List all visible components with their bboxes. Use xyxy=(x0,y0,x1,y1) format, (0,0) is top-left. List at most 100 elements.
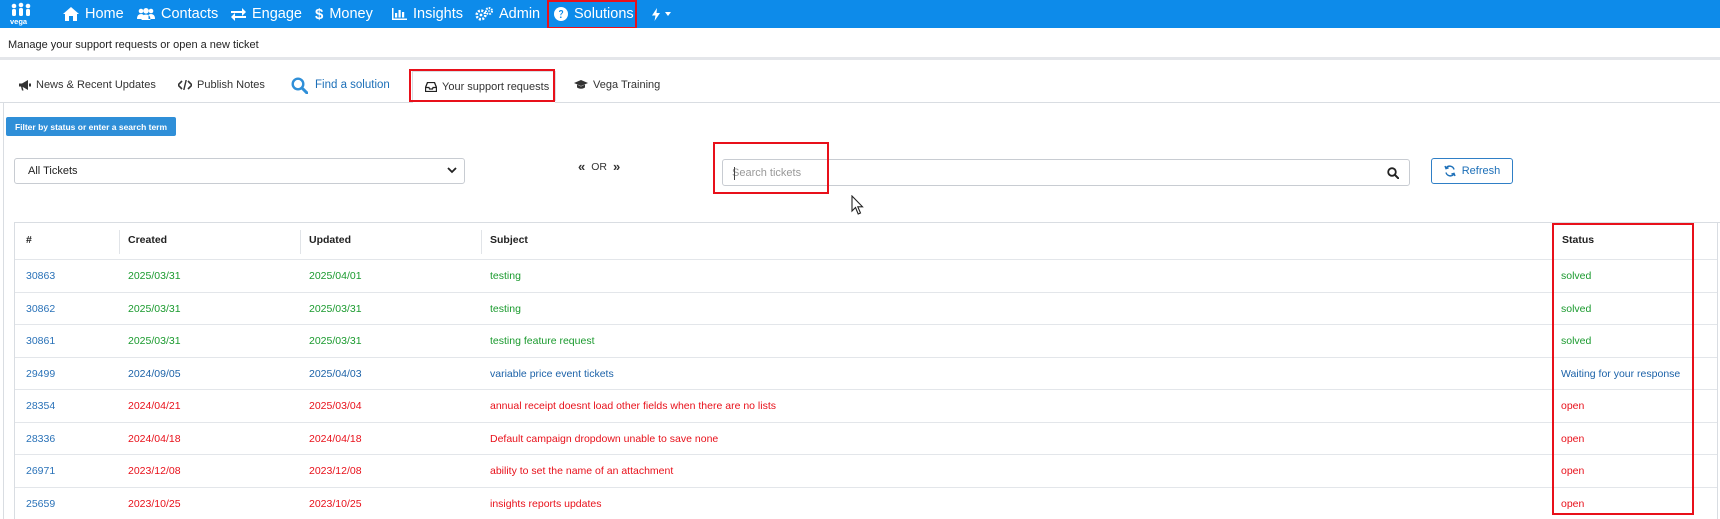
search-icon xyxy=(291,76,308,94)
ticket-search-box[interactable] xyxy=(722,159,1410,186)
table-top-border xyxy=(14,222,1720,223)
nav-quick-actions[interactable] xyxy=(652,0,671,28)
dollar-icon: $ xyxy=(315,5,324,23)
ticket-id-link[interactable]: 30862 xyxy=(26,303,55,315)
ticket-created-date: 2023/12/08 xyxy=(128,465,181,477)
table-row[interactable]: 28354 2024/04/21 2025/03/04 annual receipt … xyxy=(15,389,1717,422)
double-right-icon: » xyxy=(612,159,621,174)
ticket-updated-date: 2025/03/04 xyxy=(309,400,362,412)
nav-insights[interactable]: Insights xyxy=(392,0,463,28)
nav-home[interactable]: Home xyxy=(63,0,124,28)
table-row[interactable]: 30863 2025/03/31 2025/04/01 testing solved xyxy=(15,259,1717,292)
exchange-icon xyxy=(231,7,246,21)
page-subheader: Manage your support requests or open a n… xyxy=(0,28,1720,60)
ticket-id-link[interactable]: 28336 xyxy=(26,433,55,445)
nav-admin-label: Admin xyxy=(499,6,541,22)
vega-logo[interactable]: vega xyxy=(9,2,33,26)
tab-vega-training-label: Vega Training xyxy=(593,79,661,91)
nav-engage[interactable]: Engage xyxy=(231,0,302,28)
column-header-updated[interactable]: Updated xyxy=(309,234,351,246)
ticket-subject-link[interactable]: insights reports updates xyxy=(490,498,601,510)
search-icon[interactable] xyxy=(1387,167,1399,179)
ticket-id-link[interactable]: 26971 xyxy=(26,465,55,477)
or-separator: « OR » xyxy=(578,159,620,174)
table-row[interactable]: 30862 2025/03/31 2025/03/31 testing solved xyxy=(15,291,1717,325)
column-divider xyxy=(481,230,482,254)
ticket-status: open xyxy=(1561,432,1585,445)
logo-text: vega xyxy=(10,17,28,26)
ticket-subject-link[interactable]: testing feature request xyxy=(490,335,594,347)
tab-find-solution[interactable]: Find a solution xyxy=(291,72,390,98)
table-row[interactable]: 28336 2024/04/18 2024/04/18 Default campaig… xyxy=(15,421,1717,455)
table-row[interactable]: 30861 2025/03/31 2025/03/31 testing feature… xyxy=(15,324,1717,357)
ticket-subject-link[interactable]: testing xyxy=(490,303,521,315)
ticket-status: open xyxy=(1561,497,1585,510)
nav-money-label: Money xyxy=(329,6,373,22)
refresh-label: Refresh xyxy=(1461,165,1501,177)
ticket-id-link[interactable]: 30863 xyxy=(26,270,55,282)
ticket-id-link[interactable]: 30861 xyxy=(26,335,55,347)
ticket-id-link[interactable]: 28354 xyxy=(26,400,55,412)
tab-news[interactable]: News & Recent Updates xyxy=(19,72,156,98)
ticket-id-link[interactable]: 29499 xyxy=(26,368,55,380)
column-header-status[interactable]: Status xyxy=(1562,234,1594,246)
or-label: OR xyxy=(591,160,607,173)
nav-solutions[interactable]: Solutions xyxy=(554,0,634,28)
nav-engage-label: Engage xyxy=(252,6,302,22)
tab-publish-notes[interactable]: Publish Notes xyxy=(178,72,265,98)
ticket-status-selected: All Tickets xyxy=(28,165,78,177)
inbox-icon xyxy=(425,81,437,92)
caret-down-icon xyxy=(665,12,671,16)
chevron-down-icon xyxy=(447,167,457,174)
column-header-created[interactable]: Created xyxy=(128,234,167,246)
ticket-updated-date: 2025/04/03 xyxy=(309,367,362,380)
ticket-subject-link[interactable]: ability to set the name of an attachment xyxy=(490,465,673,477)
column-header-number[interactable]: # xyxy=(26,234,32,246)
bar-chart-icon xyxy=(392,8,407,20)
ticket-subject-link[interactable]: Default campaign dropdown unable to save… xyxy=(490,433,718,445)
refresh-button[interactable]: Refresh xyxy=(1431,158,1513,184)
tab-support-requests[interactable]: Your support requests xyxy=(412,71,556,101)
ticket-subject-link[interactable]: testing xyxy=(490,270,521,282)
ticket-search-input[interactable] xyxy=(732,164,1372,182)
ticket-created-date: 2024/09/05 xyxy=(128,367,181,380)
column-header-subject[interactable]: Subject xyxy=(490,234,528,246)
graduation-cap-icon xyxy=(574,80,588,89)
ticket-id-link[interactable]: 25659 xyxy=(26,498,55,510)
nav-solutions-label: Solutions xyxy=(574,6,634,22)
tab-support-requests-label: Your support requests xyxy=(442,80,550,93)
table-row[interactable]: 26971 2023/12/08 2023/12/08 ability to set … xyxy=(15,454,1717,487)
tab-find-solution-label: Find a solution xyxy=(315,79,390,91)
tab-news-label: News & Recent Updates xyxy=(36,79,156,91)
tab-bar-divider xyxy=(0,102,1720,103)
tab-vega-training[interactable]: Vega Training xyxy=(574,72,660,98)
table-row[interactable]: 29499 2024/09/05 2025/04/03 variable price … xyxy=(15,356,1717,390)
column-divider xyxy=(119,230,120,254)
ticket-updated-date: 2025/03/31 xyxy=(309,335,362,347)
page-subtitle: Manage your support requests or open a n… xyxy=(8,39,259,51)
ticket-updated-date: 2025/04/01 xyxy=(309,270,362,282)
ticket-subject-link[interactable]: annual receipt doesnt load other fields … xyxy=(490,400,776,412)
nav-contacts[interactable]: Contacts xyxy=(137,0,218,28)
ticket-created-date: 2025/03/31 xyxy=(128,302,181,315)
ticket-status: open xyxy=(1561,465,1585,477)
code-icon xyxy=(178,80,192,90)
ticket-created-date: 2025/03/31 xyxy=(128,335,181,347)
ticket-status: Waiting for your response xyxy=(1561,367,1681,380)
question-circle-icon xyxy=(554,7,568,21)
ticket-subject-link[interactable]: variable price event tickets xyxy=(490,368,614,380)
tab-publish-notes-label: Publish Notes xyxy=(197,79,265,91)
ticket-updated-date: 2023/12/08 xyxy=(309,465,362,477)
ticket-status-select[interactable]: All Tickets xyxy=(14,158,465,184)
nav-insights-label: Insights xyxy=(413,6,463,22)
table-row[interactable]: 25659 2023/10/25 2023/10/25 insights report… xyxy=(15,486,1717,519)
ticket-created-date: 2025/03/31 xyxy=(128,270,181,282)
home-icon xyxy=(63,7,79,21)
top-navbar: vega Home Contacts Engage $ Money Insigh… xyxy=(0,0,1720,28)
nav-home-label: Home xyxy=(85,6,124,22)
nav-admin[interactable]: Admin xyxy=(475,0,540,28)
cogs-icon xyxy=(475,7,493,21)
ticket-created-date: 2024/04/21 xyxy=(128,400,181,412)
nav-money[interactable]: $ Money xyxy=(315,0,373,28)
ticket-updated-date: 2023/10/25 xyxy=(309,497,362,510)
